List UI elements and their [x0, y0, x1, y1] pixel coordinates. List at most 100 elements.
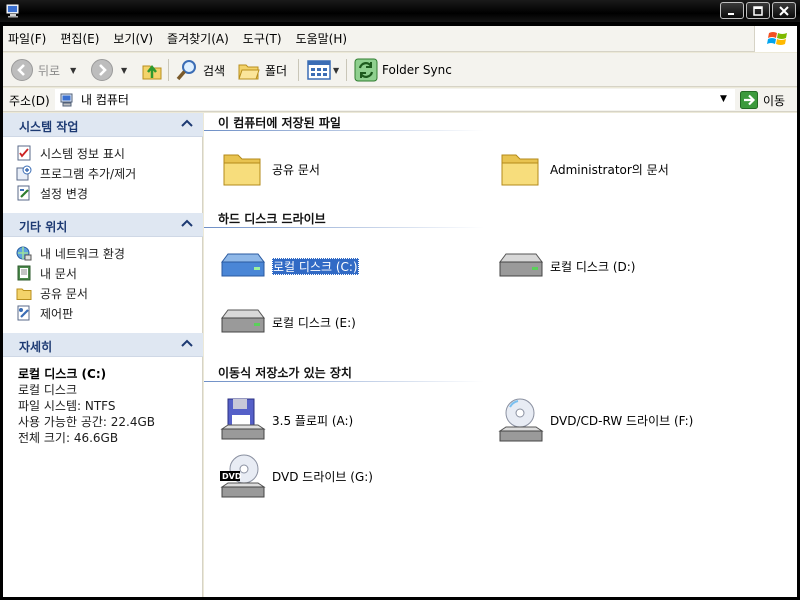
folder-icon	[218, 145, 266, 193]
close-button[interactable]	[772, 2, 796, 19]
forward-dropdown-icon[interactable]: ▼	[121, 66, 127, 75]
folder-sync-label: Folder Sync	[382, 63, 452, 77]
address-input[interactable]: 내 컴퓨터	[55, 89, 735, 110]
search-button[interactable]: 검색	[175, 57, 225, 83]
task-pane: 시스템 작업 시스템 정보 표시 프로그램 추가/제거 설정 변경 기타 위치 …	[3, 113, 203, 597]
task-add-remove-programs[interactable]: 프로그램 추가/제거	[15, 163, 203, 183]
windows-logo	[754, 26, 800, 52]
item-local-disk-d[interactable]: 로컬 디스크 (D:)	[496, 242, 635, 290]
window-controls	[720, 2, 796, 20]
menu-file[interactable]: 파일(F)	[0, 28, 54, 50]
forward-button[interactable]: ▼	[90, 57, 127, 83]
menu-view[interactable]: 보기(V)	[107, 28, 161, 50]
item-dvd-g[interactable]: DVD DVD 드라이브 (G:)	[218, 452, 373, 500]
go-button[interactable]: 이동	[740, 90, 785, 110]
address-dropdown-icon[interactable]: ▼	[720, 94, 727, 104]
item-label: 로컬 디스크 (E:)	[272, 315, 356, 330]
up-button[interactable]	[140, 57, 164, 83]
task-system-info[interactable]: 시스템 정보 표시	[15, 143, 203, 163]
details-filesystem: 파일 시스템: NTFS	[18, 399, 116, 413]
forward-arrow-icon	[91, 59, 113, 81]
group-header-hard-drives: 하드 디스크 드라이브	[218, 212, 326, 226]
content-pane: 이 컴퓨터에 저장된 파일 공유 문서 Administrator의 문서 하드…	[204, 113, 797, 597]
place-shared-documents[interactable]: 공유 문서	[15, 283, 203, 303]
group-divider	[204, 227, 484, 228]
views-dropdown-icon[interactable]: ▼	[333, 66, 339, 75]
item-label: 3.5 플로피 (A:)	[272, 413, 354, 428]
search-icon	[176, 60, 196, 81]
collapse-chevron-icon[interactable]	[179, 116, 195, 132]
details-header[interactable]: 자세히	[3, 333, 203, 357]
item-administrator-documents[interactable]: Administrator의 문서	[496, 145, 669, 193]
change-settings-icon	[15, 184, 33, 202]
minimize-icon	[728, 12, 734, 15]
folders-button[interactable]: 폴더	[237, 57, 287, 83]
hard-drive-icon	[218, 298, 266, 346]
item-label: Administrator의 문서	[550, 162, 669, 177]
place-label: 내 네트워크 환경	[40, 246, 125, 261]
other-places-title: 기타 위치	[19, 220, 68, 234]
cd-drive-icon	[496, 396, 544, 444]
my-computer-small-icon	[60, 93, 73, 106]
item-floppy-a[interactable]: 3.5 플로피 (A:)	[218, 396, 353, 444]
item-label: 로컬 디스크 (D:)	[550, 259, 636, 274]
menu-favorites[interactable]: 즐겨찾기(A)	[161, 28, 237, 50]
views-icon	[307, 60, 331, 80]
item-label: DVD 드라이브 (G:)	[272, 469, 373, 484]
task-label: 프로그램 추가/제거	[40, 166, 137, 181]
details-item-name: 로컬 디스크 (C:)	[18, 367, 107, 381]
minimize-button[interactable]	[720, 2, 744, 19]
item-label: DVD/CD-RW 드라이브 (F:)	[550, 413, 694, 428]
add-remove-programs-icon	[15, 164, 33, 182]
task-label: 설정 변경	[40, 186, 88, 201]
item-label: 로컬 디스크 (C:)	[272, 257, 359, 275]
folders-label: 폴더	[265, 63, 288, 78]
item-local-disk-c[interactable]: 로컬 디스크 (C:)	[218, 242, 359, 290]
views-button[interactable]: ▼	[307, 57, 339, 83]
folders-icon	[238, 64, 260, 80]
explorer-window: 파일(F) 편집(E) 보기(V) 즐겨찾기(A) 도구(T) 도움말(H) 뒤…	[0, 0, 800, 600]
item-label: 공유 문서	[272, 162, 320, 177]
menu-help[interactable]: 도움말(H)	[290, 28, 356, 50]
place-control-panel[interactable]: 제어판	[15, 303, 203, 323]
place-my-documents[interactable]: 내 문서	[15, 263, 203, 283]
item-shared-documents[interactable]: 공유 문서	[218, 145, 320, 193]
maximize-button[interactable]	[746, 2, 770, 19]
menu-edit[interactable]: 편집(E)	[54, 28, 107, 50]
collapse-chevron-icon[interactable]	[179, 336, 195, 352]
toolbar-separator	[346, 59, 347, 81]
place-label: 공유 문서	[40, 286, 88, 301]
folder-icon	[496, 145, 544, 193]
search-label: 검색	[203, 63, 226, 78]
folder-sync-button[interactable]: Folder Sync	[354, 57, 452, 83]
group-divider	[204, 130, 484, 131]
system-tasks-header[interactable]: 시스템 작업	[3, 113, 203, 137]
details-free-space: 사용 가능한 공간: 22.4GB	[18, 415, 156, 429]
menu-tools[interactable]: 도구(T)	[237, 28, 290, 50]
place-network[interactable]: 내 네트워크 환경	[15, 243, 203, 263]
folder-sync-icon	[354, 58, 378, 82]
toolbar-separator	[168, 59, 169, 81]
dvd-drive-icon: DVD	[218, 452, 266, 500]
collapse-chevron-icon[interactable]	[179, 216, 195, 232]
place-label: 제어판	[40, 306, 74, 321]
svg-text:DVD: DVD	[222, 472, 242, 481]
details-item-type: 로컬 디스크	[18, 383, 78, 397]
title-bar[interactable]	[0, 0, 800, 22]
address-label: 주소(D)	[9, 94, 50, 108]
item-local-disk-e[interactable]: 로컬 디스크 (E:)	[218, 298, 356, 346]
frame-left	[0, 22, 3, 600]
details-panel: 자세히 로컬 디스크 (C:) 로컬 디스크 파일 시스템: NTFS 사용 가…	[3, 333, 203, 452]
group-header-removable: 이동식 저장소가 있는 장치	[218, 366, 352, 380]
back-dropdown-icon[interactable]: ▼	[70, 66, 76, 75]
item-dvd-cdrw-f[interactable]: DVD/CD-RW 드라이브 (F:)	[496, 396, 693, 444]
back-button[interactable]: 뒤로 ▼	[10, 57, 76, 83]
go-arrow-icon	[740, 91, 758, 109]
control-panel-icon	[15, 304, 33, 322]
address-value: 내 컴퓨터	[81, 93, 129, 107]
details-title: 자세히	[19, 340, 53, 354]
task-change-settings[interactable]: 설정 변경	[15, 183, 203, 203]
menu-bar: 파일(F) 편집(E) 보기(V) 즐겨찾기(A) 도구(T) 도움말(H)	[0, 26, 800, 52]
other-places-header[interactable]: 기타 위치	[3, 213, 203, 237]
go-label: 이동	[763, 93, 786, 108]
